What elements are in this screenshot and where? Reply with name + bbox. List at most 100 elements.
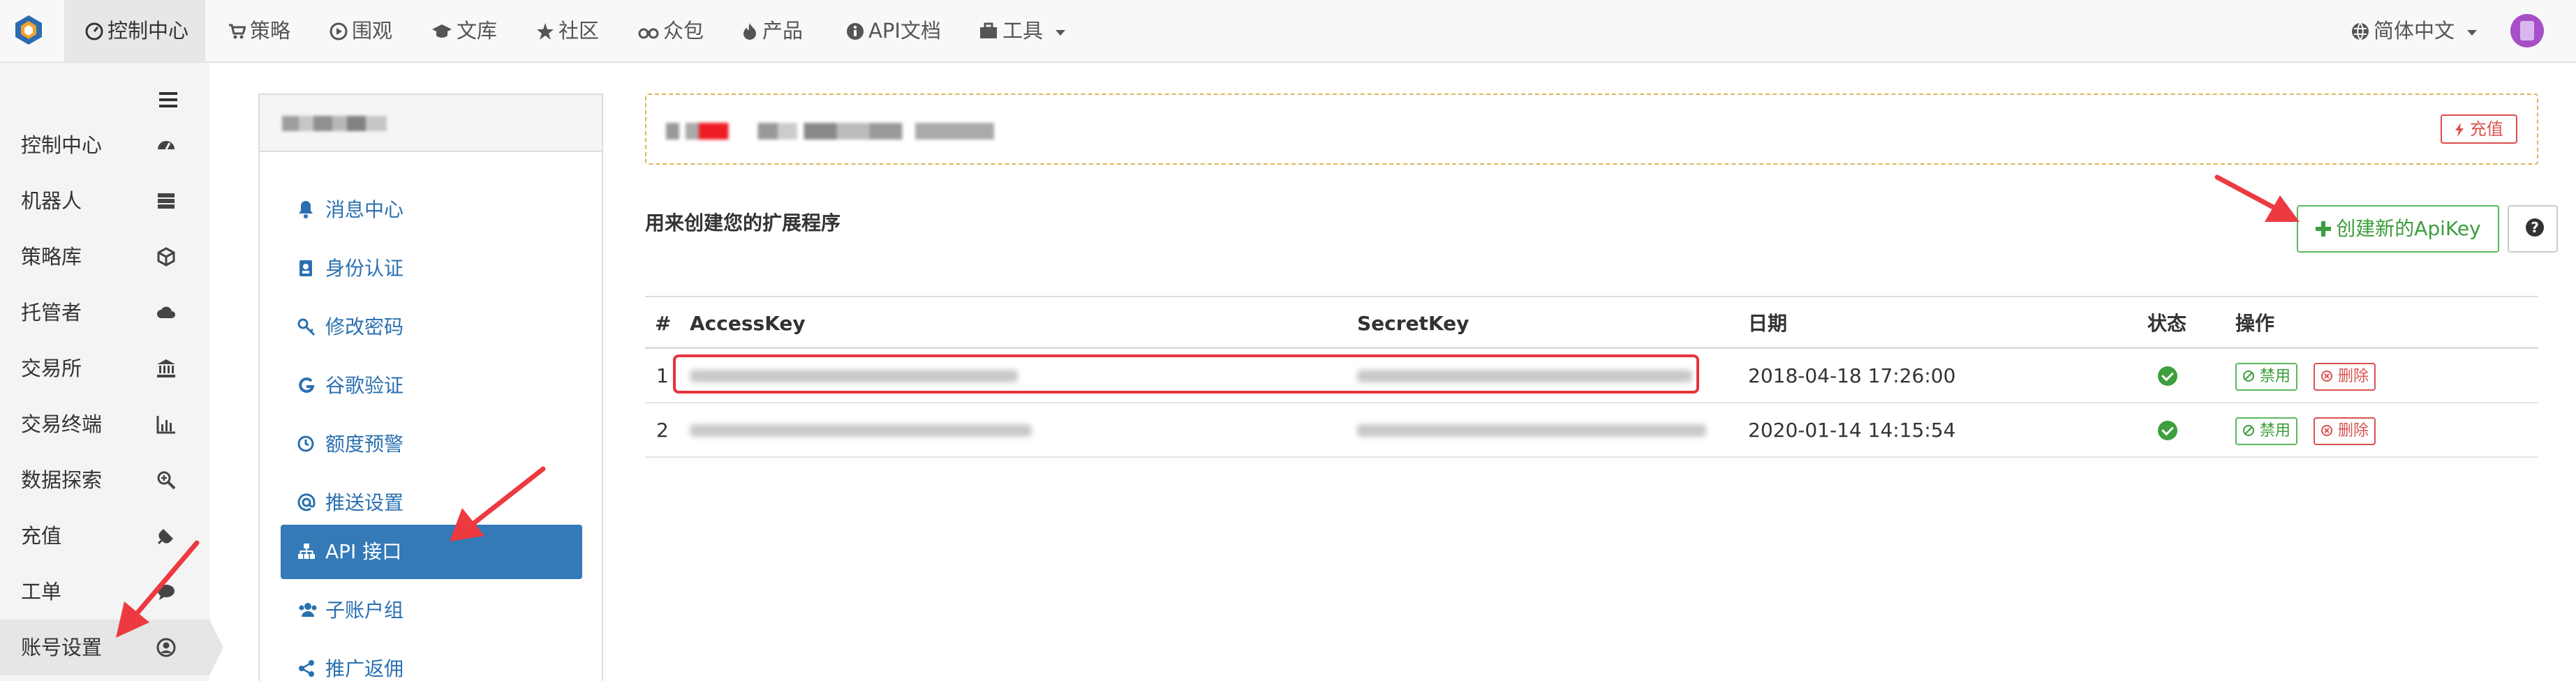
nav-dashboard[interactable]: 控制中心 <box>64 0 205 61</box>
graduation-cap-icon <box>432 24 452 38</box>
column-header: 状态 <box>2147 312 2187 335</box>
ban-icon <box>2243 371 2254 382</box>
language-label: 简体中文 <box>2374 19 2455 43</box>
menu-referral[interactable]: 推广返佣 <box>281 642 582 681</box>
create-apikey-button[interactable]: 创建新的ApiKey <box>2297 205 2499 253</box>
nav-label: 众包 <box>663 19 704 43</box>
sidebar-item-recharge[interactable]: 充值 <box>0 508 209 564</box>
panel-header <box>260 95 602 152</box>
nav-label: 产品 <box>762 19 804 43</box>
column-header: 日期 <box>1748 312 1788 335</box>
delete-button[interactable]: 删除 <box>2314 417 2376 445</box>
users-icon <box>299 603 317 617</box>
sidebar-item-data-explore[interactable]: 数据探索 <box>0 452 209 508</box>
dashboard-icon <box>158 141 175 150</box>
menu-sub-accounts[interactable]: 子账户组 <box>281 583 582 638</box>
nav-label: 策略 <box>250 19 291 43</box>
plus-icon <box>2316 221 2332 237</box>
id-badge-icon <box>299 260 312 276</box>
help-button[interactable] <box>2508 205 2558 253</box>
play-circle-icon <box>330 22 348 40</box>
sitemap-icon <box>298 544 315 559</box>
recharge-button[interactable]: 充值 <box>2441 114 2517 144</box>
delete-button[interactable]: 删除 <box>2314 363 2376 391</box>
menu-label: 修改密码 <box>325 315 404 338</box>
sidebar-item-label: 策略库 <box>21 245 82 269</box>
disable-button[interactable]: 禁用 <box>2235 417 2298 445</box>
user-avatar[interactable] <box>2510 14 2544 47</box>
sidebar-item-robots[interactable]: 机器人 <box>0 173 209 229</box>
access-key-redacted <box>690 424 1032 437</box>
sidebar-item-dashboard[interactable]: 控制中心 <box>0 117 209 173</box>
arrow-to-create-apikey <box>2214 174 2300 222</box>
menu-change-password[interactable]: 修改密码 <box>281 300 582 354</box>
menu-label: API 接口 <box>325 540 402 563</box>
nav-community[interactable]: 社区 <box>536 0 599 61</box>
comments-icon <box>158 585 175 600</box>
menu-google-auth[interactable]: 谷歌验证 <box>281 359 582 413</box>
menu-label: 额度预警 <box>325 433 404 456</box>
menu-label: 推广返佣 <box>325 657 404 680</box>
info-circle-icon <box>847 23 864 40</box>
username-redacted <box>282 116 387 131</box>
disable-label: 禁用 <box>2260 368 2291 385</box>
menu-label: 子账户组 <box>325 599 404 622</box>
logo-icon[interactable] <box>13 14 45 46</box>
nav-library[interactable]: 文库 <box>431 0 497 61</box>
sidebar-item-label: 交易终端 <box>21 412 103 436</box>
account-notice-box <box>645 93 2538 165</box>
nav-label: 围观 <box>352 19 393 43</box>
recharge-label: 充值 <box>2469 119 2503 139</box>
disable-label: 禁用 <box>2260 422 2291 440</box>
page-description: 用来创建您的扩展程序 <box>645 211 841 234</box>
bell-icon <box>299 201 313 218</box>
nav-label: API文档 <box>868 19 941 43</box>
menu-toggle-icon[interactable] <box>159 92 177 107</box>
search-plus-icon <box>157 471 176 490</box>
menu-push-settings[interactable]: 推送设置 <box>281 476 582 530</box>
sidebar-item-label: 数据探索 <box>21 468 103 492</box>
nav-strategy[interactable]: 策略 <box>228 0 290 61</box>
fire-icon <box>743 23 756 40</box>
secret-key-redacted <box>1357 424 1706 437</box>
cart-icon <box>229 24 247 39</box>
bolt-icon <box>2455 123 2464 137</box>
times-circle-icon <box>2321 371 2332 382</box>
nav-products[interactable]: 产品 <box>741 0 803 61</box>
menu-identity[interactable]: 身份认证 <box>281 241 582 296</box>
sidebar-item-label: 工单 <box>21 580 62 604</box>
user-circle-icon <box>156 638 176 657</box>
sidebar-item-label: 账号设置 <box>21 636 103 659</box>
sidebar-item-label: 机器人 <box>21 189 82 213</box>
menu-message-center[interactable]: 消息中心 <box>281 183 582 237</box>
sidebar-item-docker[interactable]: 托管者 <box>0 285 209 340</box>
account-info-redacted <box>666 123 994 140</box>
top-navbar: 控制中心 策略 围观 文库 社区 众包 产品 API文档 工具 简体中文 <box>0 0 2576 63</box>
nav-label: 文库 <box>457 19 498 43</box>
nav-label: 控制中心 <box>108 19 189 43</box>
binoculars-icon <box>638 28 659 39</box>
dashboard-icon <box>85 22 103 40</box>
sidebar-item-label: 控制中心 <box>21 133 103 157</box>
cloud-icon <box>157 306 175 318</box>
nav-api-docs[interactable]: API文档 <box>846 0 941 61</box>
disable-button[interactable]: 禁用 <box>2235 363 2298 391</box>
share-icon <box>299 660 314 677</box>
menu-api-interface[interactable]: API 接口 <box>281 525 582 579</box>
language-dropdown[interactable]: 简体中文 <box>2351 0 2478 61</box>
menu-label: 谷歌验证 <box>325 374 404 397</box>
sidebar-item-tickets[interactable]: 工单 <box>0 564 209 620</box>
nav-tools-dropdown[interactable]: 工具 <box>979 0 1070 61</box>
column-header: AccessKey <box>690 312 806 335</box>
bar-chart-icon <box>156 416 175 434</box>
menu-quota-alert[interactable]: 额度预警 <box>281 417 582 472</box>
sidebar-item-trading-terminal[interactable]: 交易终端 <box>0 396 209 452</box>
sidebar-item-strategy-library[interactable]: 策略库 <box>0 229 209 285</box>
briefcase-icon <box>980 22 997 38</box>
star-icon <box>537 23 554 40</box>
sidebar-item-exchanges[interactable]: 交易所 <box>0 340 209 396</box>
nav-crowdsource[interactable]: 众包 <box>638 0 704 61</box>
nav-watch[interactable]: 围观 <box>330 0 392 61</box>
sidebar-item-account-settings[interactable]: 账号设置 <box>0 620 223 675</box>
delete-label: 删除 <box>2338 368 2369 385</box>
